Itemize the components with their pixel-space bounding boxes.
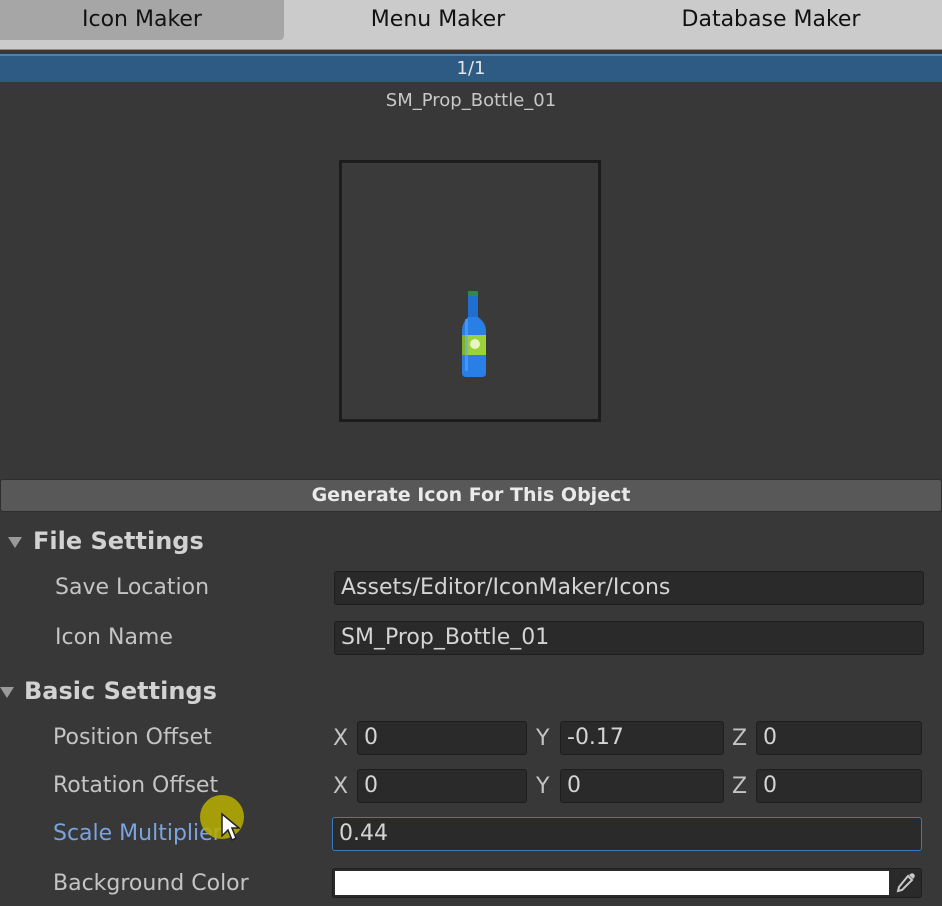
file-settings-header[interactable]: File Settings bbox=[33, 527, 204, 555]
icon-name-label: Icon Name bbox=[55, 625, 173, 650]
rotation-offset-label: Rotation Offset bbox=[53, 773, 219, 798]
rotation-z-field[interactable]: 0 bbox=[756, 769, 922, 803]
eyedropper-icon[interactable] bbox=[893, 872, 917, 894]
tab-database-maker[interactable]: Database Maker bbox=[600, 0, 942, 40]
save-location-label: Save Location bbox=[55, 575, 210, 600]
foldout-triangle-icon[interactable] bbox=[8, 537, 22, 548]
scale-multiplier-field[interactable]: 0.44 bbox=[332, 817, 922, 851]
generate-icon-button[interactable]: Generate Icon For This Object bbox=[0, 479, 942, 512]
rotation-z-label: Z bbox=[732, 774, 748, 799]
position-x-field[interactable]: 0 bbox=[357, 721, 527, 755]
position-offset-label: Position Offset bbox=[53, 725, 212, 750]
save-location-field[interactable]: Assets/Editor/IconMaker/Icons bbox=[334, 571, 924, 605]
position-y-field[interactable]: -0.17 bbox=[560, 721, 724, 755]
icon-preview bbox=[339, 160, 601, 422]
basic-settings-header[interactable]: Basic Settings bbox=[24, 677, 217, 705]
color-swatch[interactable] bbox=[335, 871, 889, 895]
rotation-x-label: X bbox=[333, 774, 349, 799]
position-x-label: X bbox=[333, 726, 349, 751]
object-name-label: SM_Prop_Bottle_01 bbox=[385, 90, 557, 111]
tab-icon-maker[interactable]: Icon Maker bbox=[0, 0, 284, 40]
tab-bar: Icon Maker Menu Maker Database Maker bbox=[0, 0, 942, 50]
bottle-icon bbox=[462, 291, 486, 377]
rotation-y-field[interactable]: 0 bbox=[560, 769, 724, 803]
rotation-y-label: Y bbox=[536, 774, 550, 799]
object-pager[interactable]: 1/1 bbox=[0, 54, 942, 82]
scale-multiplier-label[interactable]: Scale Multiplier bbox=[53, 821, 222, 846]
rotation-x-field[interactable]: 0 bbox=[357, 769, 527, 803]
position-z-label: Z bbox=[732, 726, 748, 751]
position-y-label: Y bbox=[536, 726, 550, 751]
position-z-field[interactable]: 0 bbox=[756, 721, 922, 755]
foldout-triangle-icon[interactable] bbox=[0, 687, 14, 698]
background-color-field[interactable] bbox=[332, 868, 922, 898]
icon-name-field[interactable]: SM_Prop_Bottle_01 bbox=[334, 621, 924, 655]
mouse-pointer-icon bbox=[221, 812, 240, 842]
tab-menu-maker[interactable]: Menu Maker bbox=[284, 0, 592, 40]
background-color-label: Background Color bbox=[53, 871, 249, 896]
